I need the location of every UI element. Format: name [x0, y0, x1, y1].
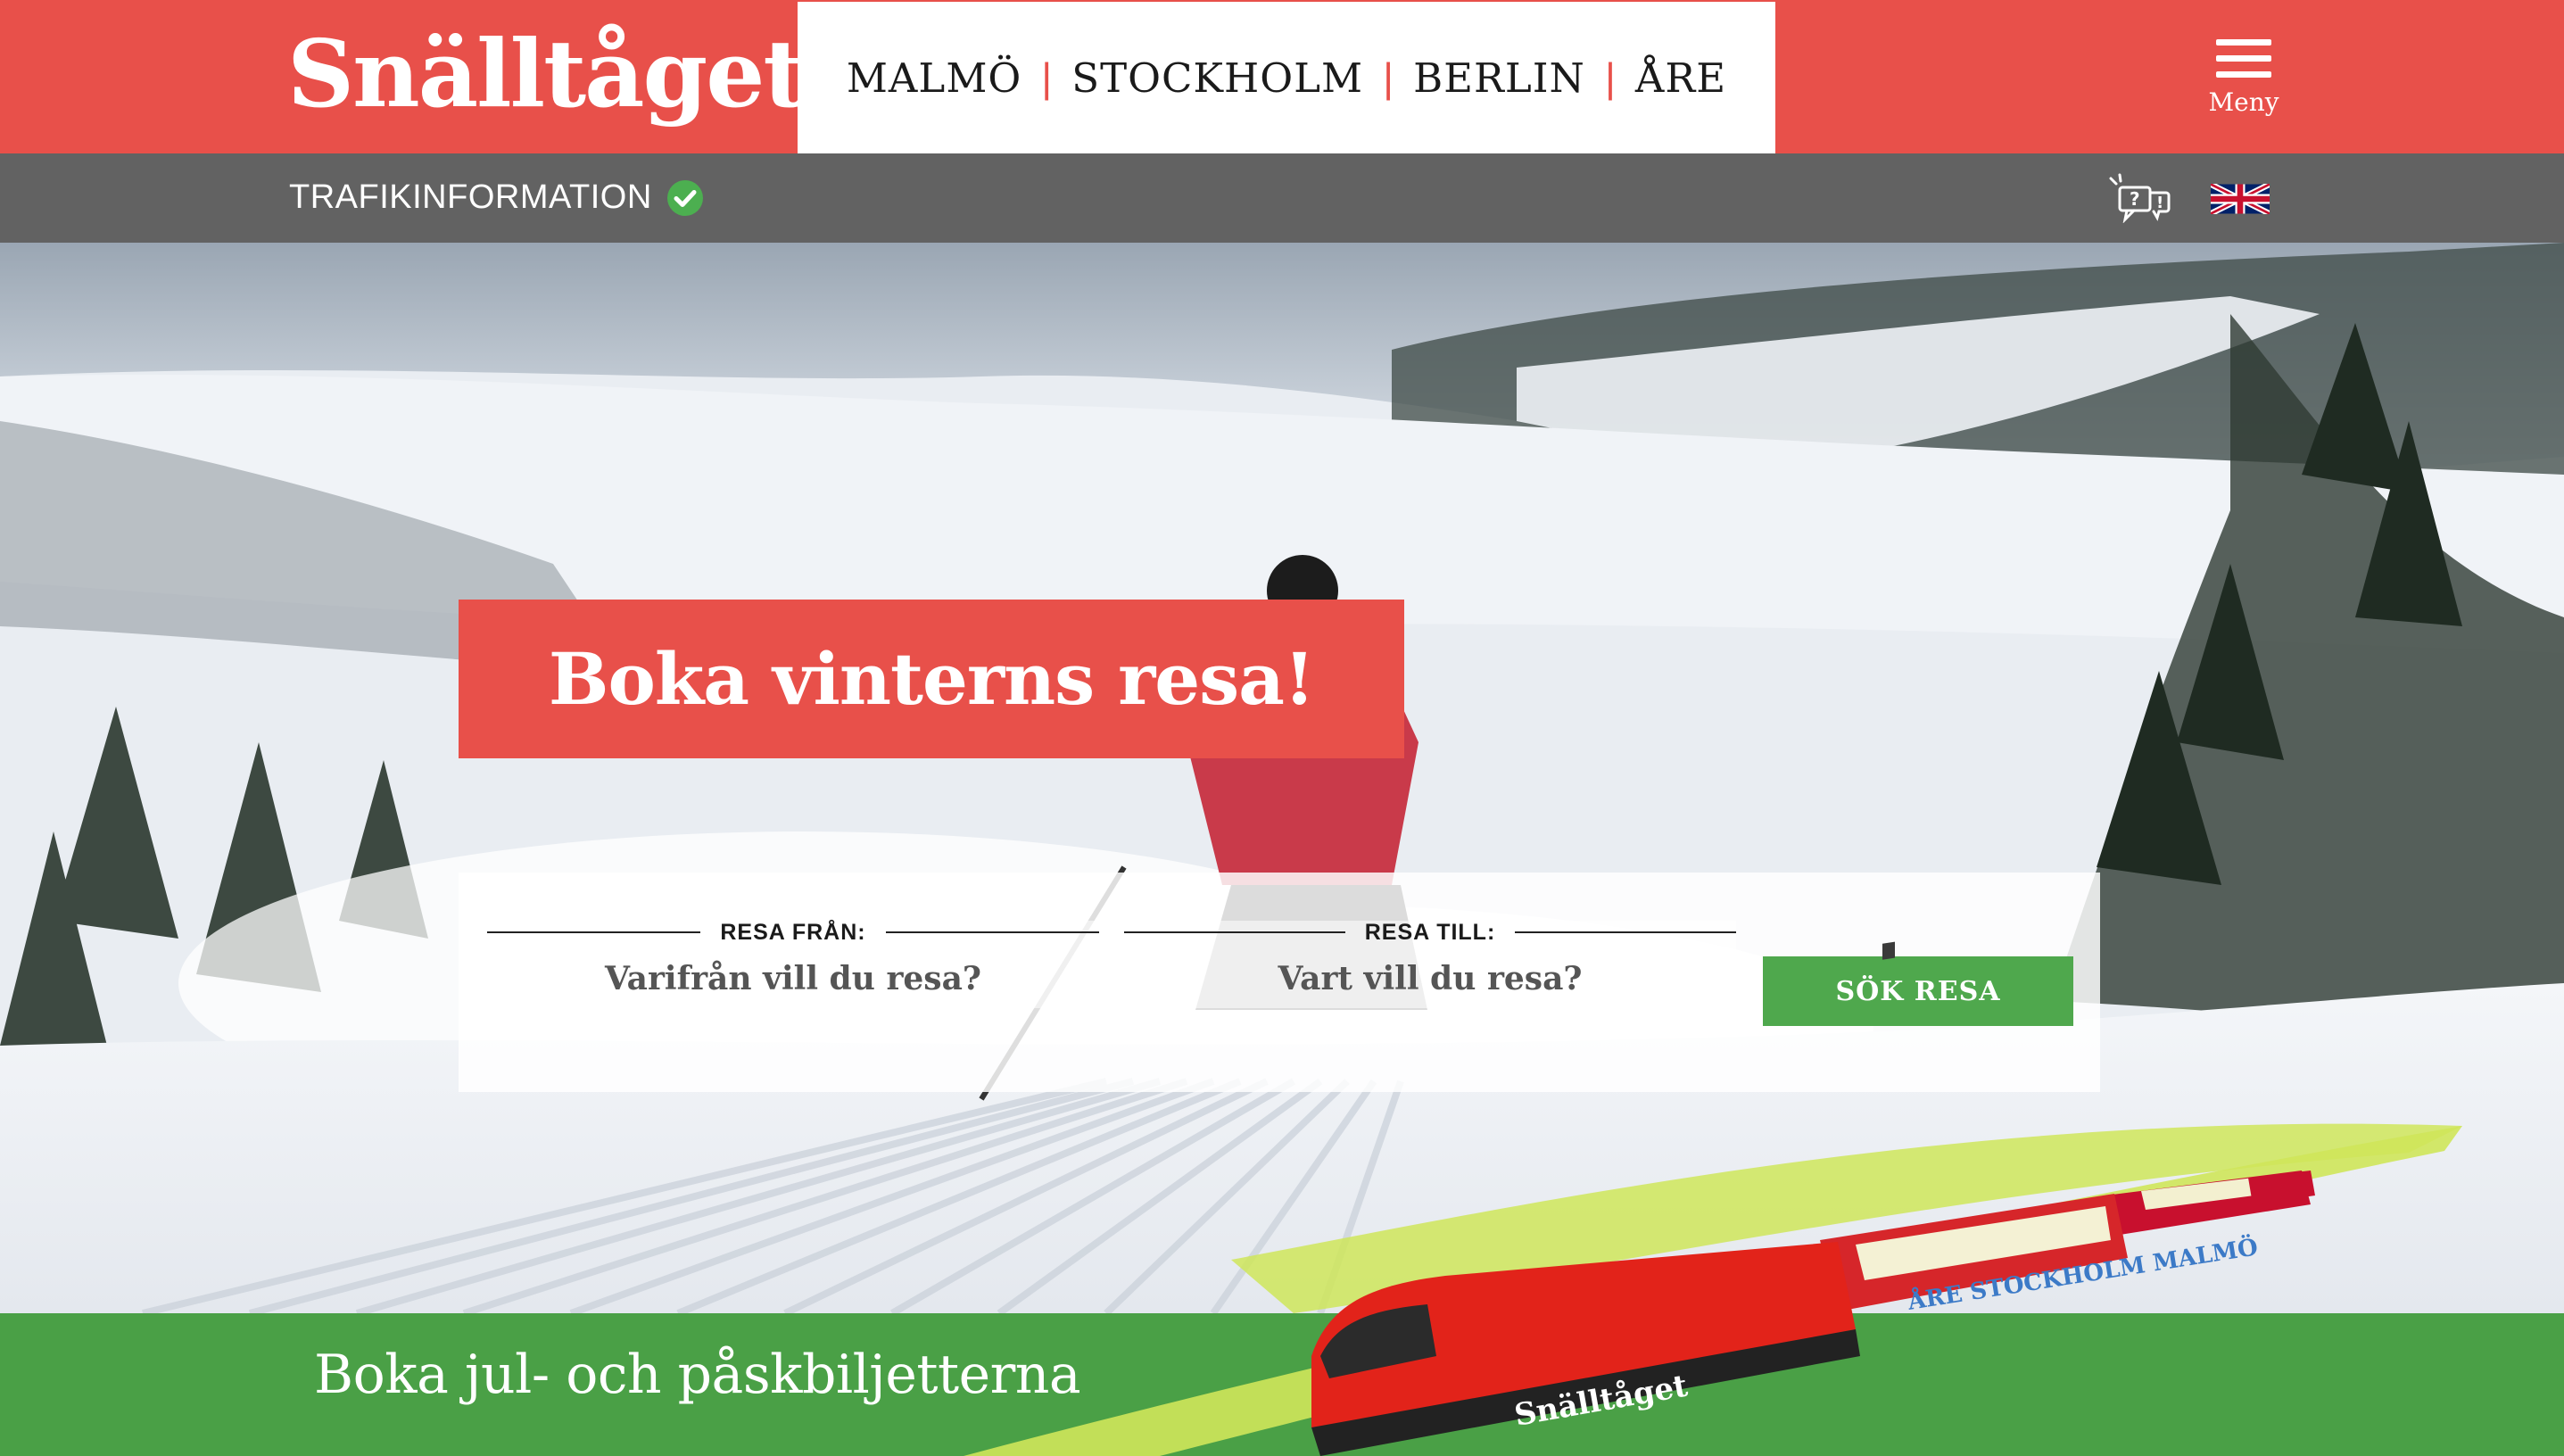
search-trip-button[interactable]: SÖK RESA	[1763, 956, 2073, 1026]
hero-background-image	[0, 243, 2564, 1313]
nav-destination-stockholm[interactable]: STOCKHOLM	[1071, 54, 1363, 102]
traffic-info-link[interactable]: TRAFIKINFORMATION	[289, 178, 704, 217]
site-logo[interactable]: Snälltåget	[287, 16, 806, 132]
help-chat-icon[interactable]: ? !	[2107, 173, 2175, 223]
nav-destination-are[interactable]: ÅRE	[1635, 54, 1726, 102]
from-input[interactable]	[487, 956, 1099, 1001]
hamburger-icon	[2216, 34, 2271, 79]
nav-separator: |	[1041, 54, 1053, 101]
destination-nav: MALMÖ | STOCKHOLM | BERLIN | ÅRE	[798, 2, 1775, 153]
to-label: RESA TILL:	[1364, 919, 1496, 945]
check-circle-icon	[666, 179, 703, 216]
hero-section: Boka vinterns resa! RESA FRÅN: RESA TILL…	[0, 243, 2564, 1313]
promo-band: Boka jul- och påskbiljetterna	[0, 1313, 2564, 1456]
info-bar: TRAFIKINFORMATION ? !	[0, 153, 2564, 243]
trip-search-form: RESA FRÅN: RESA TILL: SÖK RESA	[459, 873, 2100, 1092]
to-field[interactable]: RESA TILL:	[1124, 919, 1736, 1008]
hero-title-banner: Boka vinterns resa!	[459, 600, 1404, 758]
from-field[interactable]: RESA FRÅN:	[487, 919, 1099, 1008]
nav-separator: |	[1383, 54, 1394, 101]
nav-separator: |	[1604, 54, 1616, 101]
promo-link[interactable]: Boka jul- och påskbiljetterna	[314, 1344, 1081, 1406]
svg-text:!: !	[2156, 194, 2163, 212]
top-bar: Snälltåget MALMÖ | STOCKHOLM | BERLIN | …	[0, 0, 2564, 153]
nav-destination-berlin[interactable]: BERLIN	[1413, 54, 1585, 102]
menu-button[interactable]: Meny	[2204, 34, 2284, 132]
hero-title: Boka vinterns resa!	[548, 637, 1315, 721]
logo-container[interactable]: Snälltåget	[0, 0, 806, 153]
from-label: RESA FRÅN:	[720, 919, 866, 945]
uk-flag-icon[interactable]	[2211, 184, 2270, 214]
svg-text:?: ?	[2130, 188, 2140, 210]
traffic-info-label: TRAFIKINFORMATION	[289, 178, 652, 216]
nav-destination-malmo[interactable]: MALMÖ	[847, 54, 1021, 102]
menu-label: Meny	[2208, 87, 2279, 117]
to-input[interactable]	[1124, 956, 1736, 1001]
